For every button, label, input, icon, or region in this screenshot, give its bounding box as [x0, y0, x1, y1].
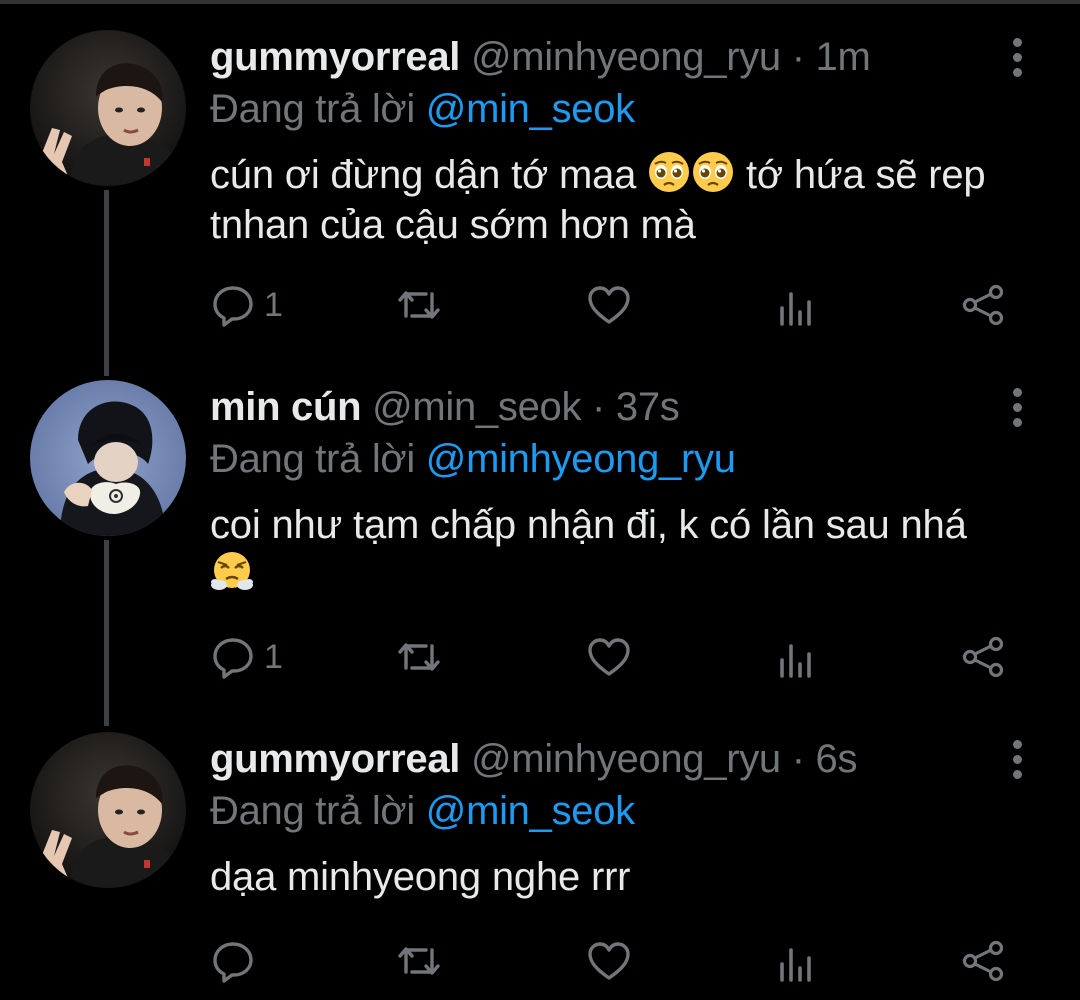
- replying-to: Đang trả lời @minhyeong_ryu: [210, 434, 1040, 484]
- replying-to-label: Đang trả lời: [210, 87, 415, 131]
- tweet-header: gummyorreal @minhyeong_ryu · 6s: [210, 734, 1040, 784]
- like-icon: [588, 286, 630, 324]
- like-button[interactable]: [586, 936, 632, 986]
- separator-dot: ·: [791, 35, 805, 79]
- dot: [1012, 52, 1022, 62]
- tweet-text-part: coi như tạm chấp nhận đi, k có lần sau n…: [210, 503, 967, 547]
- reply-count: 1: [264, 637, 283, 676]
- reply-icon: [213, 638, 253, 679]
- separator-dot: ·: [592, 385, 606, 429]
- replying-to-link[interactable]: @min_seok: [426, 789, 635, 833]
- tweet-actions: [210, 936, 1010, 986]
- display-name[interactable]: min cún: [210, 385, 362, 429]
- replying-to-label: Đang trả lời: [210, 437, 415, 481]
- display-name[interactable]: gummyorreal: [210, 35, 460, 79]
- avatar[interactable]: [30, 30, 186, 186]
- share-button[interactable]: [960, 632, 1006, 682]
- tweet-actions: 1: [210, 280, 1010, 330]
- more-options-button[interactable]: [1002, 734, 1032, 784]
- dot: [1012, 387, 1022, 397]
- avatar[interactable]: [30, 732, 186, 888]
- views-icon: [780, 292, 811, 326]
- views-button[interactable]: [774, 280, 820, 330]
- reply-icon: [213, 942, 253, 983]
- avatar-photo-icon: [30, 380, 186, 536]
- timestamp[interactable]: 37s: [616, 385, 680, 429]
- replying-to-link[interactable]: @min_seok: [426, 87, 635, 131]
- avatar[interactable]: [30, 380, 186, 536]
- display-name[interactable]: gummyorreal: [210, 737, 460, 781]
- share-button[interactable]: [960, 280, 1006, 330]
- retweet-button[interactable]: [396, 632, 442, 682]
- user-handle[interactable]: @minhyeong_ryu: [471, 737, 781, 781]
- tweet[interactable]: min cún @min_seok · 37s Đang trả lời @mi…: [0, 360, 1080, 710]
- user-handle[interactable]: @minhyeong_ryu: [471, 35, 781, 79]
- share-icon: [962, 940, 1004, 982]
- tweet-actions: 1: [210, 632, 1010, 682]
- more-options-button[interactable]: [1002, 32, 1032, 82]
- reply-count: 1: [264, 285, 283, 324]
- share-icon: [962, 284, 1004, 326]
- face-with-steam-emoji: [210, 550, 254, 594]
- views-icon: [780, 644, 811, 678]
- user-handle[interactable]: @min_seok: [372, 385, 581, 429]
- tweet-header: gummyorreal @minhyeong_ryu · 1m: [210, 32, 1040, 82]
- more-options-button[interactable]: [1002, 382, 1032, 432]
- pleading-face-emoji: [691, 150, 735, 194]
- reply-icon: [213, 286, 253, 327]
- retweet-button[interactable]: [396, 280, 442, 330]
- retweet-icon: [398, 947, 440, 975]
- views-icon: [780, 948, 811, 982]
- dot: [1012, 417, 1022, 427]
- retweet-icon: [398, 643, 440, 671]
- replying-to: Đang trả lời @min_seok: [210, 84, 1040, 134]
- thread-view: gummyorreal @minhyeong_ryu · 1m Đang trả…: [0, 0, 1080, 1000]
- like-button[interactable]: [586, 280, 632, 330]
- timestamp[interactable]: 1m: [816, 35, 871, 79]
- separator-dot: ·: [791, 737, 805, 781]
- dot: [1012, 739, 1022, 749]
- dot: [1012, 402, 1022, 412]
- reply-button[interactable]: 1: [210, 632, 283, 682]
- like-button[interactable]: [586, 632, 632, 682]
- like-icon: [588, 942, 630, 980]
- dot: [1012, 769, 1022, 779]
- replying-to-link[interactable]: @minhyeong_ryu: [426, 437, 736, 481]
- avatar-photo-icon: [30, 732, 186, 888]
- share-button[interactable]: [960, 936, 1006, 986]
- dot: [1012, 754, 1022, 764]
- timestamp[interactable]: 6s: [816, 737, 858, 781]
- tweet[interactable]: gummyorreal @minhyeong_ryu · 6s Đang trả…: [0, 710, 1080, 1000]
- tweet-text-part: cún ơi đừng dận tớ maa: [210, 153, 648, 197]
- replying-to: Đang trả lời @min_seok: [210, 786, 1040, 836]
- views-button[interactable]: [774, 936, 820, 986]
- replying-to-label: Đang trả lời: [210, 789, 415, 833]
- tweet[interactable]: gummyorreal @minhyeong_ryu · 1m Đang trả…: [0, 0, 1080, 360]
- tweet-text: coi như tạm chấp nhận đi, k có lần sau n…: [210, 500, 1040, 600]
- views-button[interactable]: [774, 632, 820, 682]
- tweet-text: cún ơi đừng dận tớ maa tớ hứa sẽ rep tnh…: [210, 150, 1040, 250]
- dot: [1012, 37, 1022, 47]
- dot: [1012, 67, 1022, 77]
- reply-button[interactable]: [210, 936, 264, 986]
- tweet-text-part: dạa minhyeong nghe rrr: [210, 855, 631, 899]
- avatar-photo-icon: [30, 30, 186, 186]
- tweet-text: dạa minhyeong nghe rrr: [210, 852, 1040, 902]
- retweet-button[interactable]: [396, 936, 442, 986]
- reply-button[interactable]: 1: [210, 280, 283, 330]
- tweet-header: min cún @min_seok · 37s: [210, 382, 1040, 432]
- pleading-face-emoji: [647, 150, 691, 194]
- like-icon: [588, 638, 630, 676]
- retweet-icon: [398, 291, 440, 319]
- share-icon: [962, 636, 1004, 678]
